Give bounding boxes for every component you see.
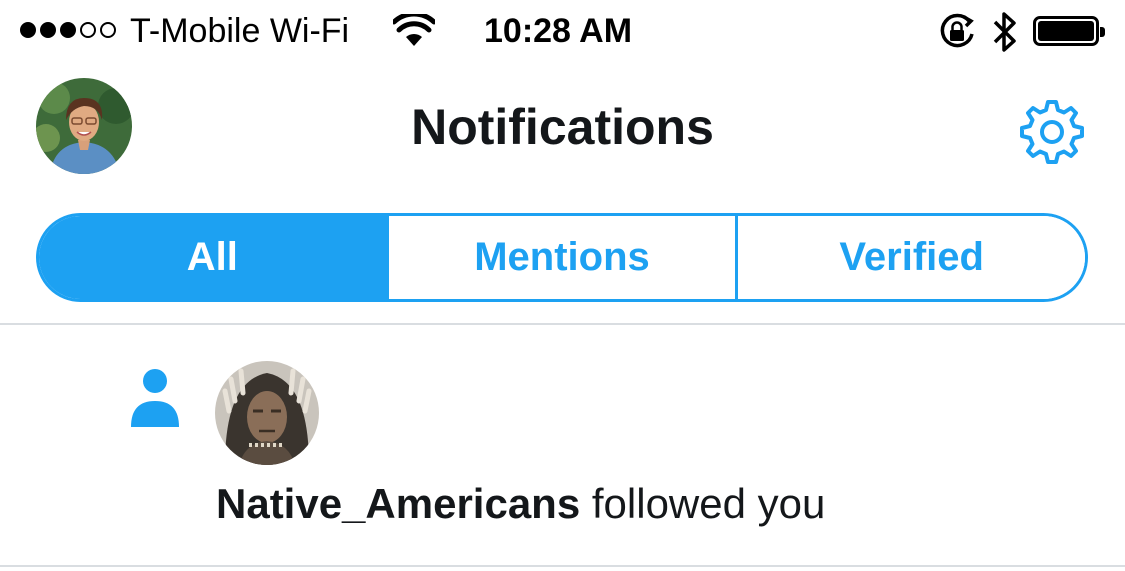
rotation-lock-icon (940, 13, 974, 48)
bluetooth-icon (993, 12, 1016, 52)
page-title: Notifications (411, 99, 714, 155)
carrier-name: T-Mobile Wi-Fi (130, 12, 350, 50)
notification-action: followed you (591, 480, 826, 527)
tab-verified[interactable]: Verified (735, 216, 1085, 299)
status-time: 10:28 AM (484, 12, 633, 50)
notification-text: Native_Americans followed you (216, 480, 825, 528)
notification-item[interactable]: Native_Americans followed you (0, 325, 1125, 565)
notifications-filter-tabs: All Mentions Verified (36, 213, 1088, 302)
tab-all[interactable]: All (39, 216, 386, 299)
status-bar: T-Mobile Wi-Fi 10:28 AM (0, 0, 1125, 66)
signal-strength-icon (20, 22, 116, 38)
notification-username[interactable]: Native_Americans (216, 480, 580, 527)
divider (0, 565, 1125, 567)
wifi-icon (393, 14, 435, 46)
settings-gear-icon[interactable] (1018, 98, 1086, 166)
tab-mentions[interactable]: Mentions (385, 216, 736, 299)
battery-icon (1033, 16, 1105, 46)
user-avatar[interactable] (215, 361, 319, 465)
person-follow-icon (131, 369, 179, 427)
